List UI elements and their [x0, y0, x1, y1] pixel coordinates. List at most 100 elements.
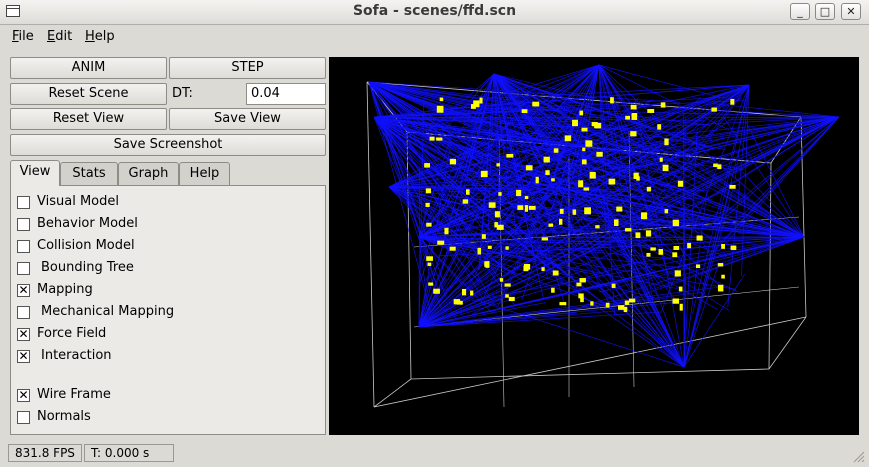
reset-view-button[interactable]: Reset View — [10, 108, 167, 130]
particle-point — [664, 209, 669, 214]
wire-line — [683, 185, 735, 368]
particle-point — [564, 135, 572, 142]
particle-point — [553, 148, 559, 153]
particle-point — [424, 163, 430, 168]
particle-point — [532, 101, 540, 107]
wire-line — [366, 81, 375, 408]
particle-point — [525, 165, 533, 171]
particle-point — [717, 164, 722, 170]
checkbox[interactable] — [17, 262, 30, 275]
checkbox[interactable]: ✕ — [17, 389, 30, 402]
particle-point — [579, 278, 586, 283]
menu-help[interactable]: Help — [85, 29, 115, 44]
wire-line — [406, 131, 412, 380]
particle-point — [729, 184, 736, 189]
particle-point — [541, 267, 545, 272]
particle-point — [508, 296, 515, 302]
particle-point — [659, 157, 663, 162]
wire-line — [683, 254, 712, 368]
save-screenshot-button[interactable]: Save Screenshot — [10, 134, 326, 156]
minimize-button[interactable]: _ — [790, 3, 810, 20]
particle-point — [461, 288, 467, 296]
status-bar: 831.8 FPS T: 0.000 s — [0, 442, 869, 467]
particle-point — [595, 225, 600, 229]
checkbox[interactable]: ✕ — [17, 350, 30, 363]
particle-point — [552, 270, 559, 276]
wire-line — [768, 316, 807, 370]
particle-point — [730, 98, 735, 105]
particle-point — [594, 122, 598, 129]
checkbox[interactable]: ✕ — [17, 284, 30, 297]
particle-point — [523, 263, 531, 270]
particle-point — [499, 278, 504, 282]
particle-point — [505, 294, 509, 298]
anim-button[interactable]: ANIM — [10, 57, 167, 79]
particle-point — [630, 131, 637, 137]
checkbox[interactable]: ✕ — [17, 328, 30, 341]
particle-point — [543, 156, 550, 163]
particle-point — [535, 176, 539, 184]
checkbox[interactable] — [17, 306, 30, 319]
dt-label: DT: — [172, 86, 193, 101]
particle-point — [696, 235, 703, 241]
particle-point — [721, 243, 725, 249]
step-button[interactable]: STEP — [169, 57, 326, 79]
particle-point — [477, 247, 481, 255]
particle-point — [559, 208, 564, 214]
particle-point — [605, 302, 610, 308]
particle-point — [664, 138, 669, 146]
maximize-button[interactable]: □ — [815, 3, 835, 20]
particle-point — [678, 286, 683, 292]
particle-point — [559, 302, 567, 306]
dt-input[interactable]: 0.04 — [246, 83, 326, 105]
menu-edit[interactable]: Edit — [47, 29, 72, 44]
reset-scene-button[interactable]: Reset Scene — [10, 83, 167, 105]
particle-point — [590, 301, 594, 306]
tab-view[interactable]: View — [10, 160, 60, 186]
checkbox[interactable] — [17, 411, 30, 424]
tab-help[interactable]: Help — [179, 162, 230, 185]
particle-point — [585, 140, 593, 147]
tab-stats[interactable]: Stats — [60, 162, 118, 185]
checkbox[interactable] — [17, 240, 30, 253]
particle-point — [548, 223, 554, 227]
particle-point — [498, 192, 502, 196]
particle-point — [456, 300, 463, 305]
particle-point — [578, 293, 584, 299]
particle-point — [576, 282, 582, 287]
resize-grip-icon[interactable] — [853, 451, 865, 463]
particle-point — [528, 205, 536, 210]
checkbox[interactable] — [17, 218, 30, 231]
particle-point — [516, 189, 522, 197]
particle-point — [481, 234, 486, 239]
particle-point — [650, 247, 656, 251]
particle-point — [428, 282, 434, 286]
particle-point — [488, 202, 496, 208]
particle-point — [524, 196, 529, 200]
particle-point — [572, 209, 577, 215]
particle-point — [433, 288, 440, 294]
particle-point — [579, 110, 584, 116]
menu-file[interactable]: File — [12, 29, 34, 44]
particle-point — [580, 297, 584, 303]
close-button[interactable]: ✕ — [841, 3, 861, 20]
particle-point — [647, 109, 655, 113]
save-view-button[interactable]: Save View — [169, 108, 326, 130]
particle-point — [487, 245, 492, 249]
ffd-scene-render[interactable] — [329, 57, 859, 435]
particle-point — [584, 207, 591, 215]
3d-viewport[interactable] — [329, 57, 859, 435]
particle-point — [581, 127, 588, 132]
particle-point — [444, 227, 449, 235]
particle-point — [613, 219, 619, 226]
particle-point — [618, 305, 625, 310]
particle-point — [636, 176, 640, 181]
particle-point — [658, 249, 664, 255]
checkbox[interactable] — [17, 196, 30, 209]
particle-point — [484, 261, 490, 267]
particle-point — [646, 252, 651, 257]
particle-point — [545, 170, 550, 175]
view-options-panel: Visual Model Behavior Model Collision Mo… — [10, 185, 326, 435]
particle-point — [426, 222, 432, 227]
tab-graph[interactable]: Graph — [118, 162, 179, 185]
